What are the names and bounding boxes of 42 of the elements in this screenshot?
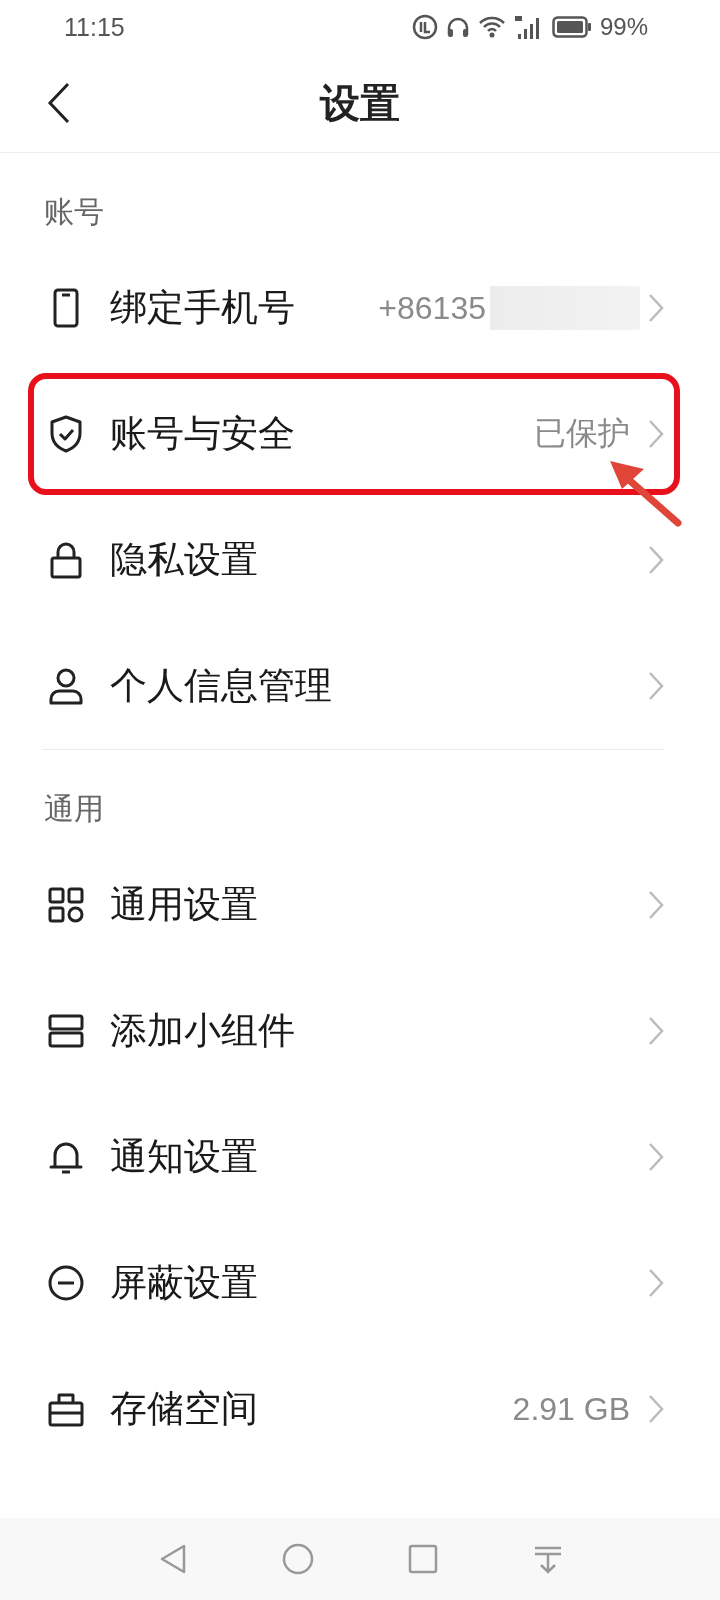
row-label: 通知设置: [110, 1134, 259, 1180]
row-value: 已保护: [534, 413, 630, 454]
status-time: 11:15: [64, 12, 125, 42]
chevron-icon: [648, 1268, 664, 1298]
settings-row[interactable]: 隐私设置: [0, 497, 720, 623]
section-header: 账号: [43, 192, 104, 231]
chevron-icon: [648, 1016, 664, 1046]
wifi-icon: [477, 15, 506, 39]
settings-row[interactable]: 存储空间 2.91 GB: [0, 1346, 720, 1472]
row-label: 屏蔽设置: [110, 1260, 259, 1306]
settings-row[interactable]: 屏蔽设置: [0, 1220, 720, 1346]
chevron-icon: [648, 1394, 664, 1424]
section-header: 通用: [43, 789, 104, 828]
row-label: 账号与安全: [110, 411, 296, 457]
chevron-icon: [648, 545, 664, 575]
chevron-icon: [648, 890, 664, 920]
row-value: 2.91 GB: [512, 1390, 630, 1428]
row-label: 通用设置: [110, 882, 259, 928]
settings-row[interactable]: 通用设置: [0, 842, 720, 968]
row-value: +86135: [378, 289, 486, 327]
battery-percentage: 99%: [599, 13, 648, 41]
minus-circle-icon: [46, 1263, 86, 1303]
settings-row[interactable]: 通知设置: [0, 1094, 720, 1220]
settings-row[interactable]: 添加小组件: [0, 968, 720, 1094]
row-label: 个人信息管理: [110, 663, 333, 709]
chevron-icon: [648, 671, 664, 701]
settings-row[interactable]: 账号与安全 已保护: [0, 371, 720, 497]
battery-icon: [551, 16, 592, 38]
row-label: 绑定手机号: [110, 285, 296, 331]
row-label: 添加小组件: [110, 1008, 296, 1054]
data-saver-icon: [411, 14, 438, 40]
grid-icon: [46, 885, 86, 925]
chevron-icon: [648, 1142, 664, 1172]
headphones-icon: [445, 15, 470, 39]
settings-row[interactable]: 个人信息管理: [0, 623, 720, 749]
row-label: 隐私设置: [110, 537, 259, 583]
home-nav-icon[interactable]: [280, 1542, 315, 1576]
row-label: 存储空间: [110, 1386, 259, 1432]
chevron-icon: [648, 293, 664, 323]
chevron-icon: [648, 419, 664, 449]
page-title: 设置: [320, 78, 400, 128]
settings-row[interactable]: 绑定手机号 +86135: [0, 245, 720, 371]
